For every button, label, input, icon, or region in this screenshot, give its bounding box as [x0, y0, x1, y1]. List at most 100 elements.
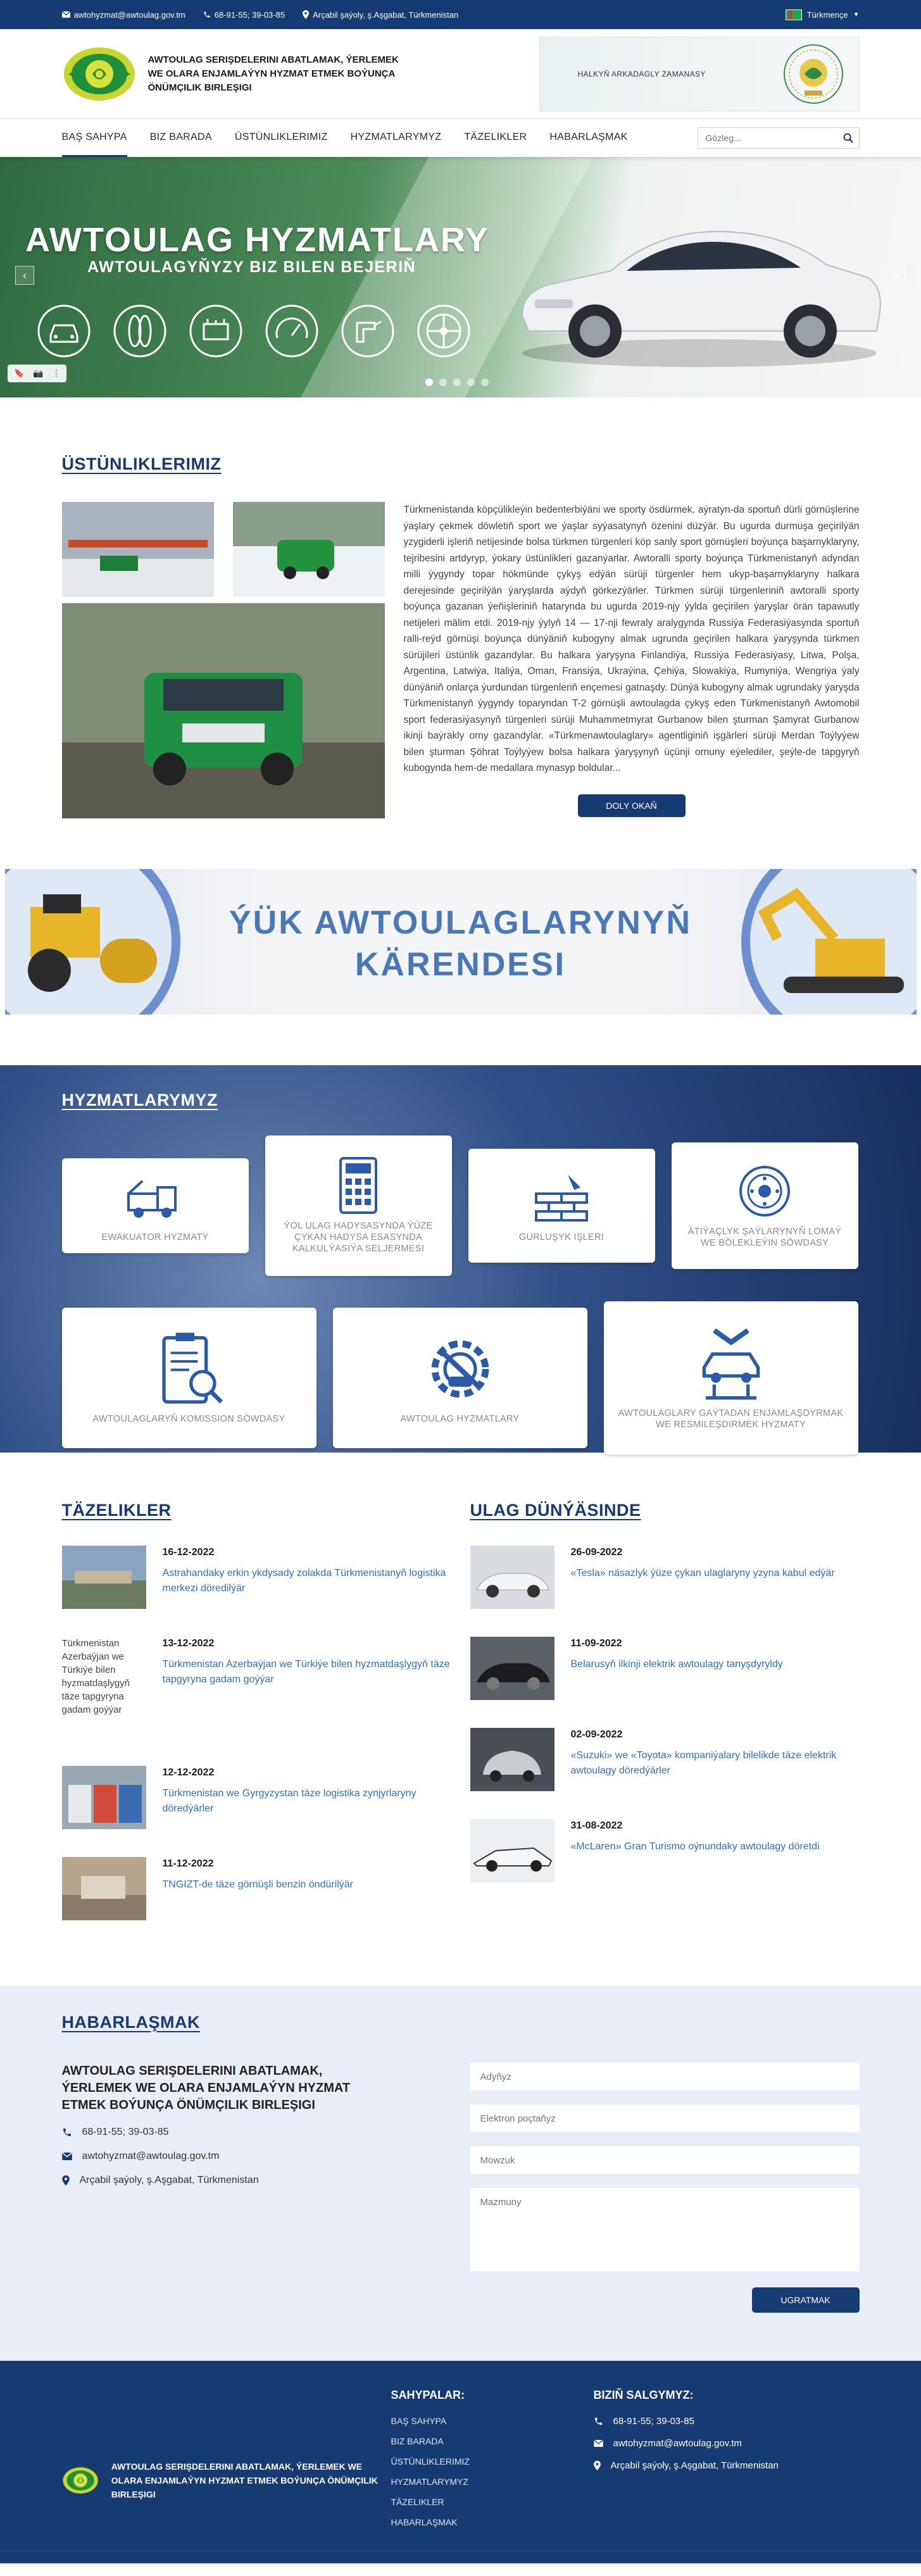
- header-promo-banner[interactable]: HALKYŇ ARKADAGLY ZAMANASY: [539, 36, 860, 111]
- contact-email[interactable]: awtohyzmat@awtoulag.gov.tm: [61, 2151, 451, 2162]
- more-options-icon[interactable]: ⋮: [52, 368, 60, 378]
- footer-link-advantages[interactable]: ÜSTÜNLIKLERIMIZ: [391, 2456, 594, 2467]
- news-thumbnail: [61, 1766, 146, 1829]
- news-thumbnail: [470, 1637, 554, 1700]
- news-item[interactable]: 11-09-2022 Belarusyň ilkinji elektrik awt…: [470, 1637, 860, 1700]
- advantages-title: ÜSTÜNLIKLERIMIZ: [61, 454, 222, 473]
- news-thumbnail-broken: Türkmenistan Azerbaýjan we Türkiýe bilen…: [61, 1638, 130, 1715]
- news-item[interactable]: 11-12-2022 TNGIZT-de täze görnüşli benzin…: [61, 1857, 451, 1920]
- gear-wrench-icon: [431, 1340, 489, 1398]
- news-link[interactable]: «Suzuki» we «Toyota» kompaniýalary bilel…: [571, 1748, 860, 1779]
- news-item[interactable]: Türkmenistan Azerbaýjan we Türkiýe bilen…: [62, 1637, 451, 1738]
- footer-org-name: AWTOULAG SERIŞDELERINI ABATLAMAK, ÝERLEM…: [111, 2461, 378, 2499]
- service-card-reequipment[interactable]: AWTOULAGLARY GAÝTADAN ENJAMLAŞDYRMAK WE …: [603, 1301, 858, 1454]
- image-toolbar: 🔖 📷 ⋮: [8, 365, 67, 382]
- news-link[interactable]: «McLaren» Gran Turismo oýnundaky awtoula…: [571, 1839, 820, 1854]
- main-navigation: BAŞ SAHYPA BIZ BARADA ÜSTÜNLIKLERIMIZ HY…: [0, 119, 921, 157]
- news-item[interactable]: 02-09-2022 «Suzuki» we «Toyota» kompaniýa…: [470, 1728, 860, 1791]
- truck-rental-banner[interactable]: ÝÜK AWTOULAGLARYNYŇ KÄRENDESI: [4, 869, 917, 1015]
- footer-location: Arçabil şaýoly, ş.Aşgabat, Türkmenistan: [593, 2460, 779, 2471]
- news-link[interactable]: Astrahandaky erkin ykdysady zolakda Türk…: [163, 1566, 451, 1596]
- footer-phone[interactable]: 68-91-55; 39-03-85: [594, 2416, 779, 2427]
- news-item[interactable]: 31-08-2022 «McLaren» Gran Turismo oýnunda…: [470, 1819, 860, 1882]
- send-button[interactable]: UGRATMAK: [751, 2287, 860, 2313]
- news-link[interactable]: Türkmenistan Azerbaýjan we Türkiýe bilen…: [163, 1657, 451, 1687]
- slide-dot[interactable]: [467, 378, 475, 386]
- hero-service-icons: [37, 304, 471, 358]
- language-selector[interactable]: Türkmençe ▼: [785, 9, 860, 20]
- name-field[interactable]: [470, 2063, 860, 2091]
- slide-dot[interactable]: [481, 378, 489, 386]
- nav-home[interactable]: BAŞ SAHYPA: [61, 119, 127, 157]
- news-link[interactable]: TNGIZT-de täze görnüşli benzin öndürilýä…: [163, 1877, 353, 1892]
- news-link[interactable]: Belarusyň ilkinji elektrik awtoulagy tan…: [571, 1657, 783, 1672]
- news-link[interactable]: «Tesla» näsazlyk ýüze çykan ulaglaryny y…: [571, 1566, 835, 1581]
- world-news-title: ULAG DÜNÝÄSINDE: [470, 1501, 641, 1520]
- site-header: AWTOULAG SERIŞDELERINI ABATLAMAK, ÝERLEM…: [0, 29, 921, 119]
- service-label: EWAKUATOR HYZMATY: [101, 1232, 209, 1242]
- news-thumbnail: [470, 1728, 554, 1791]
- footer-email[interactable]: awtohyzmat@awtoulag.gov.tm: [593, 2438, 779, 2449]
- search-button[interactable]: [837, 128, 859, 148]
- car-lift-icon: [702, 1328, 760, 1400]
- news-date: 11-09-2022: [570, 1638, 622, 1649]
- contact-address: Arçabil şaýoly, ş.Aşgabat, Türkmenistan: [61, 2175, 451, 2186]
- news-link[interactable]: Türkmenistan we Gyrgyzystan täze logisti…: [163, 1786, 451, 1816]
- tires-icon: [113, 304, 166, 358]
- footer-link-services[interactable]: HYZMATLARYMYZ: [391, 2477, 594, 2487]
- news-item[interactable]: 16-12-2022 Astrahandaky erkin ykdysady zo…: [61, 1546, 451, 1609]
- service-card-construction[interactable]: GURLUŞYK IŞLERI: [468, 1149, 655, 1263]
- service-card-commission-sales[interactable]: AWTOULAGLARYŇ KOMISSION SÖWDASY: [61, 1308, 316, 1448]
- nav-contact[interactable]: HABARLAŞMAK: [549, 119, 627, 157]
- map-pin-icon: [61, 2175, 70, 2185]
- nav-advantages[interactable]: ÜSTÜNLIKLERIMIZ: [235, 119, 328, 157]
- topbar-email[interactable]: awtohyzmat@awtoulag.gov.tm: [61, 10, 185, 20]
- service-card-car-service[interactable]: AWTOULAG HYZMATLARY: [332, 1308, 587, 1448]
- news-date: 26-09-2022: [570, 1547, 623, 1558]
- nav-about[interactable]: BIZ BARADA: [150, 119, 212, 157]
- search-input[interactable]: [698, 133, 837, 143]
- footer-pages-title: SAHYPALAR:: [391, 2389, 465, 2401]
- email-field[interactable]: [470, 2104, 860, 2132]
- nav-news[interactable]: TÄZELIKLER: [464, 119, 527, 157]
- service-card-calculation[interactable]: ÝOL ULAG HADYSASYNDA ÝÜZE ÇYKAN HADYSA E…: [265, 1135, 452, 1276]
- news-item[interactable]: 12-12-2022 Türkmenistan we Gyrgyzystan tä…: [61, 1766, 451, 1829]
- clipboard-car-icon: [161, 1332, 223, 1404]
- service-card-tow[interactable]: EWAKUATOR HYZMATY: [61, 1158, 249, 1253]
- news-date: 02-09-2022: [570, 1729, 623, 1740]
- bookmark-icon[interactable]: 🔖: [14, 368, 24, 378]
- news-item[interactable]: 26-09-2022 «Tesla» näsazlyk ýüze çykan ul…: [470, 1546, 860, 1609]
- contact-address-text: Arçabil şaýoly, ş.Aşgabat, Türkmenistan: [79, 2175, 259, 2185]
- slide-dot[interactable]: [453, 378, 461, 386]
- slide-dot[interactable]: [439, 378, 447, 386]
- subject-field[interactable]: [470, 2146, 860, 2174]
- footer-logo[interactable]: AWTOULAG SERIŞDELERINI ABATLAMAK, ÝERLEM…: [62, 2423, 391, 2537]
- wheel-rim-icon: [417, 304, 470, 358]
- service-card-spare-parts[interactable]: ÄTIÝAÇLYK ŞAÝLARYNYŇ LOMAÝ WE BÖLEKLEÝIN…: [671, 1142, 858, 1269]
- hero-car-image: [521, 230, 881, 367]
- footer-link-contact[interactable]: HABARLAŞMAK: [391, 2517, 594, 2527]
- slide-dot[interactable]: [425, 378, 433, 386]
- phone-icon: [63, 2129, 71, 2136]
- footer-link-news[interactable]: TÄZELIKLER: [391, 2497, 594, 2507]
- hero-title: AWTOULAG HYZMATLARY: [25, 221, 489, 259]
- footer-phone-text: 68-91-55; 39-03-85: [613, 2416, 694, 2427]
- footer-link-about[interactable]: BIZ BARADA: [391, 2436, 594, 2446]
- advantages-section: ÜSTÜNLIKLERIMIZ Türkmenistanda köpçülikl…: [0, 397, 921, 869]
- service-label: ÝOL ULAG HADYSASYNDA ÝÜZE ÇYKAN HADYSA E…: [284, 1221, 433, 1254]
- read-more-button[interactable]: DOLY OKAŇ: [577, 794, 686, 817]
- service-label: GURLUŞYK IŞLERI: [518, 1232, 605, 1242]
- hero-prev-arrow[interactable]: ‹: [15, 266, 34, 285]
- footer-address-text: Arçabil şaýoly, ş.Aşgabat, Türkmenistan: [610, 2460, 779, 2471]
- site-logo[interactable]: AWTOULAG SERIŞDELERINI ABATLAMAK, ÝERLEM…: [62, 46, 401, 103]
- news-date: 31-08-2022: [570, 1820, 623, 1831]
- world-news-column: ULAG DÜNÝÄSINDE 26-09-2022 «Tesla» näsazl…: [470, 1501, 860, 1948]
- footer-link-home[interactable]: BAŞ SAHYPA: [391, 2416, 594, 2426]
- message-field[interactable]: [470, 2188, 860, 2272]
- nav-services[interactable]: HYZMATLARYMYZ: [351, 119, 442, 157]
- hero-next-arrow[interactable]: ›: [887, 266, 906, 285]
- camera-icon[interactable]: 📷: [33, 368, 43, 378]
- contact-phone[interactable]: 68-91-55; 39-03-85: [62, 2127, 451, 2138]
- topbar-phone[interactable]: 68-91-55; 39-03-85: [203, 10, 285, 20]
- envelope-icon: [593, 2440, 603, 2447]
